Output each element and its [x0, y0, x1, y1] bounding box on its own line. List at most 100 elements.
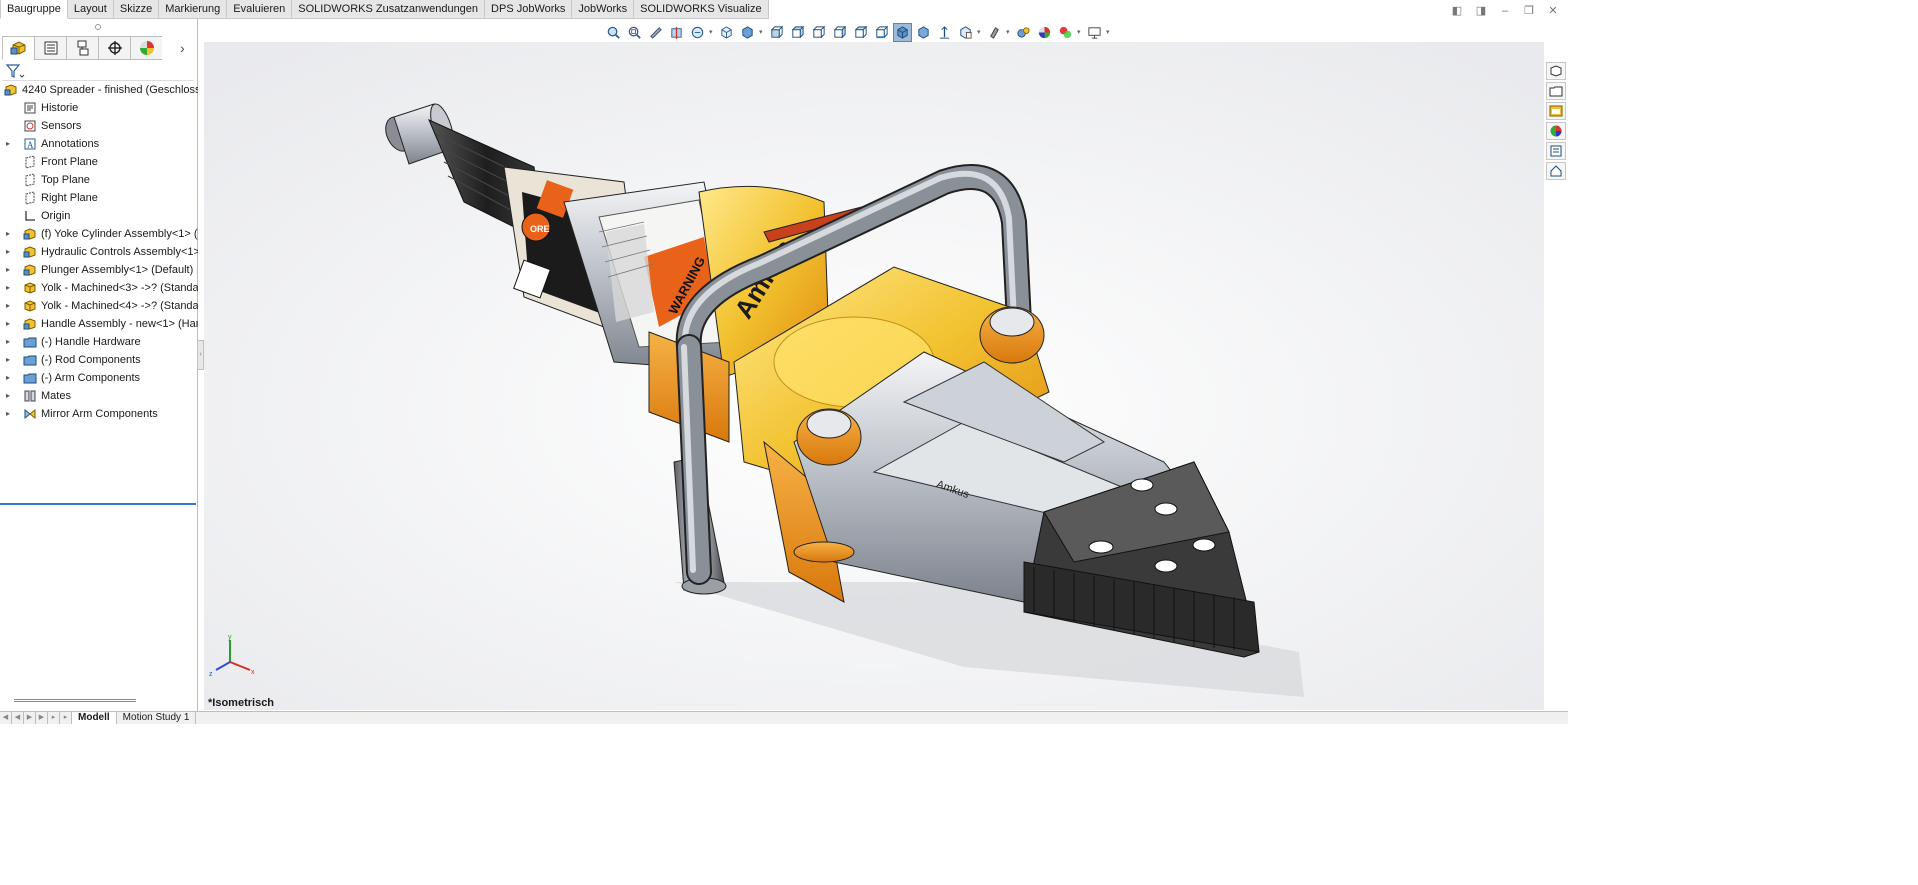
close-icon[interactable]: ✕ — [1546, 4, 1560, 18]
horizontal-scrollbar[interactable] — [14, 699, 136, 702]
expand-arrow-icon[interactable]: ▸ — [6, 279, 14, 297]
section-view-icon[interactable] — [667, 23, 686, 42]
isometric-view-icon[interactable] — [893, 22, 912, 42]
dimxpertmanager-tab[interactable] — [98, 36, 130, 60]
solidworks-resources-icon[interactable] — [1546, 62, 1566, 80]
graphics-viewport[interactable]: ORE WARNING Amkus Amkus — [204, 42, 1544, 710]
dynamic-annotation-icon[interactable] — [688, 23, 707, 42]
appearances-scenes-icon[interactable] — [1546, 122, 1566, 140]
tree-item-f-yoke-cylinder-assembly-1-def[interactable]: ▸ (f) Yoke Cylinder Assembly<1> (Def — [0, 225, 198, 243]
top-view-icon[interactable] — [851, 23, 870, 42]
tab-markierung[interactable]: Markierung — [159, 0, 228, 19]
tree-item-annotations[interactable]: ▸ A Annotations — [0, 135, 198, 153]
minimize-icon[interactable]: – — [1498, 4, 1512, 18]
expand-arrow-icon[interactable]: ▸ — [6, 333, 14, 351]
last-tab-icon[interactable]: ▶ — [36, 712, 48, 724]
expand-arrow-icon[interactable]: ▸ — [6, 243, 14, 261]
expand-arrow-icon[interactable]: ▸ — [6, 369, 14, 387]
expand-arrow-icon[interactable]: ▸ — [6, 405, 14, 423]
tree-item-mates[interactable]: ▸ Mates — [0, 387, 198, 405]
expand-tab-icon[interactable]: ▸ — [48, 712, 60, 724]
tree-item-plunger-assembly-1-default[interactable]: ▸ Plunger Assembly<1> (Default) — [0, 261, 198, 279]
chevron-down-icon[interactable]: ▾ — [709, 28, 715, 36]
tab-evaluieren[interactable]: Evaluieren — [227, 0, 293, 19]
tab-motion-study[interactable]: Motion Study 1 — [117, 712, 197, 724]
bottom-view-icon[interactable] — [872, 23, 891, 42]
tab-jobworks[interactable]: JobWorks — [572, 0, 635, 19]
tree-item-yolk-machined-4-standard[interactable]: ▸ Yolk - Machined<4> ->? (Standard) — [0, 297, 198, 315]
tree-item-mirror-arm-components[interactable]: ▸ Mirror Arm Components — [0, 405, 198, 423]
tree-item-top-plane[interactable]: Top Plane — [0, 171, 198, 189]
zoom-to-area-icon[interactable] — [625, 23, 644, 42]
expand-arrow-icon[interactable]: ▸ — [6, 387, 14, 405]
feature-tree-root[interactable]: 4240 Spreader - finished (Geschlossen) — [0, 81, 198, 99]
hide-show-items-icon[interactable] — [956, 23, 975, 42]
trimetric-view-icon[interactable] — [914, 23, 933, 42]
tab-solidworks-zusatzanwendungen[interactable]: SOLIDWORKS Zusatzanwendungen — [292, 0, 486, 19]
tree-item-historie[interactable]: Historie — [0, 99, 198, 117]
chevron-down-icon[interactable]: ▾ — [1077, 28, 1083, 36]
custom-properties-icon[interactable] — [1546, 142, 1566, 160]
design-library-icon[interactable] — [1546, 82, 1566, 100]
expand-arrow-icon[interactable]: ▸ — [6, 351, 14, 369]
expand-arrow-icon[interactable]: ▸ — [6, 135, 14, 153]
propertymanager-tab[interactable] — [34, 36, 66, 60]
rollback-bar[interactable] — [0, 503, 196, 505]
zoom-to-fit-icon[interactable] — [604, 23, 623, 42]
expand-arrow-icon[interactable]: ▸ — [6, 297, 14, 315]
expand-arrow-icon[interactable]: ▸ — [6, 315, 14, 333]
tab-layout[interactable]: Layout — [67, 0, 114, 19]
edit-appearance-icon[interactable] — [985, 23, 1004, 42]
chevron-down-icon[interactable]: ▾ — [1006, 28, 1012, 36]
tree-item-front-plane[interactable]: Front Plane — [0, 153, 198, 171]
tab-baugruppe[interactable]: Baugruppe — [0, 0, 68, 19]
appearance-icon[interactable] — [1035, 23, 1054, 42]
configurationmanager-tab[interactable] — [66, 36, 98, 60]
view-orientation-icon[interactable] — [717, 23, 736, 42]
tree-item-yolk-machined-3-standard[interactable]: ▸ Yolk - Machined<3> ->? (Standard) — [0, 279, 198, 297]
tab-skizze[interactable]: Skizze — [113, 0, 160, 19]
restore-icon[interactable]: ❐ — [1522, 4, 1536, 18]
tab-solidworks-visualize[interactable]: SOLIDWORKS Visualize — [634, 0, 769, 19]
previous-view-icon[interactable] — [646, 23, 665, 42]
displaymanager-tab[interactable] — [130, 36, 162, 60]
left-view-icon[interactable] — [809, 23, 828, 42]
next-tab-icon[interactable]: ▶ — [24, 712, 36, 724]
previous-tab-icon[interactable]: ◀ — [12, 712, 24, 724]
tile-left-icon[interactable]: ◧ — [1450, 4, 1464, 18]
tree-item-handle-hardware[interactable]: ▸ (-) Handle Hardware — [0, 333, 198, 351]
realview-icon[interactable] — [1056, 23, 1075, 42]
filter-icon[interactable] — [5, 63, 25, 79]
tree-item-rod-components[interactable]: ▸ (-) Rod Components — [0, 351, 198, 369]
home-icon[interactable] — [1546, 162, 1566, 180]
tree-item-arm-components[interactable]: ▸ (-) Arm Components — [0, 369, 198, 387]
first-tab-icon[interactable]: ◀ — [0, 712, 12, 724]
tree-item-sensors[interactable]: Sensors — [0, 117, 198, 135]
front-view-icon[interactable] — [767, 23, 786, 42]
panel-splitter[interactable]: ‹ — [197, 340, 204, 370]
tree-item-origin[interactable]: Origin — [0, 207, 198, 225]
tree-item-hydraulic-controls-assembly-1-c[interactable]: ▸ Hydraulic Controls Assembly<1> (C — [0, 243, 198, 261]
tab-dps-jobworks[interactable]: DPS JobWorks — [485, 0, 573, 19]
chevron-down-icon[interactable]: ▾ — [1106, 28, 1112, 36]
file-explorer-icon[interactable] — [1546, 102, 1566, 120]
tree-item-handle-assembly-new-1-handle[interactable]: ▸ Handle Assembly - new<1> (Handle — [0, 315, 198, 333]
tab-model[interactable]: Modell — [72, 712, 117, 724]
back-view-icon[interactable] — [788, 23, 807, 42]
view-settings-icon[interactable] — [1085, 23, 1104, 42]
chevron-down-icon[interactable]: ▾ — [977, 28, 983, 36]
view-orientation-label: *Isometrisch — [208, 697, 275, 709]
tile-right-icon[interactable]: ◨ — [1474, 4, 1488, 18]
display-style-icon[interactable] — [738, 23, 757, 42]
tree-item-right-plane[interactable]: Right Plane — [0, 189, 198, 207]
expand-arrow-icon[interactable]: ▸ — [6, 225, 14, 243]
featuremanager-tab[interactable] — [2, 36, 34, 60]
normal-to-icon[interactable] — [935, 23, 954, 42]
apply-scene-icon[interactable] — [1014, 23, 1033, 42]
panel-grip[interactable] — [95, 24, 101, 30]
expand-arrow-icon[interactable]: ▸ — [6, 261, 14, 279]
scroll-tab-icon[interactable]: ▸ — [60, 712, 72, 724]
chevron-down-icon[interactable]: ▾ — [759, 28, 765, 36]
right-view-icon[interactable] — [830, 23, 849, 42]
chevron-right-icon[interactable]: › — [180, 38, 194, 58]
